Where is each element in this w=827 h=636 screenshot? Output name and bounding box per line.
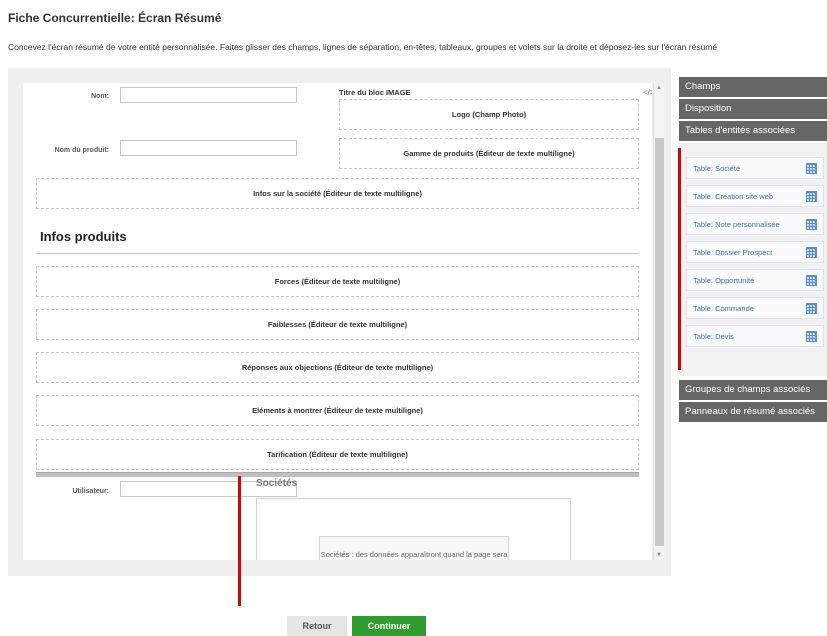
- sidebar-disposition[interactable]: Disposition: [679, 99, 827, 119]
- table-item[interactable]: Table: Devis: [686, 325, 824, 347]
- scroll-up-arrow-icon[interactable]: ▲: [656, 85, 662, 91]
- table-grid-icon: [806, 247, 817, 258]
- related-tables-panel: Table: Société Table: Creation site web …: [679, 143, 827, 376]
- annotation-red-line-left: [238, 476, 241, 606]
- subpanel-placeholder-message: Sociétés : des données apparaîtront quan…: [319, 536, 509, 560]
- faiblesses-field-box[interactable]: Faiblesses (Éditeur de texte multiligne): [36, 309, 639, 340]
- scroll-down-arrow-icon[interactable]: ▼: [656, 552, 662, 558]
- societes-subpanel-title[interactable]: Sociétés: [256, 478, 297, 489]
- elements-field-box[interactable]: Eléments à montrer (Éditeur de texte mul…: [36, 395, 639, 426]
- table-item-label: Table: Société: [693, 164, 741, 173]
- table-item[interactable]: Table: Commande: [686, 297, 824, 319]
- separator-bar[interactable]: [36, 472, 639, 477]
- page-title: Fiche Concurrentielle: Écran Résumé: [8, 11, 222, 25]
- section-divider: [36, 253, 639, 254]
- table-item-label: Table: Opportunité: [693, 276, 755, 285]
- produit-field[interactable]: [120, 140, 297, 156]
- table-item-label: Table: Creation site web: [693, 192, 774, 201]
- utilisateur-label: Utilisateur:: [72, 488, 109, 495]
- table-grid-icon: [806, 331, 817, 342]
- sidebar-champs[interactable]: Champs: [679, 77, 827, 97]
- table-grid-icon: [806, 219, 817, 230]
- summary-canvas[interactable]: Nom: Titre du bloc IMAGE </> Logo (Champ…: [23, 83, 652, 560]
- nom-label: Nom:: [91, 93, 109, 100]
- table-grid-icon: [806, 275, 817, 286]
- infos-societe-field-box[interactable]: Infos sur la société (Éditeur de texte m…: [36, 178, 639, 209]
- table-item-label: Table: Dossier Prospect: [693, 248, 773, 257]
- table-grid-icon: [806, 191, 817, 202]
- table-item[interactable]: Table: Dossier Prospect: [686, 241, 824, 263]
- table-item[interactable]: Table: Creation site web: [686, 185, 824, 207]
- page-description: Concevez l'écran résumé de votre entité …: [8, 42, 718, 52]
- nom-field[interactable]: [120, 87, 297, 103]
- tarification-field-box[interactable]: Tarification (Éditeur de texte multilign…: [36, 439, 639, 470]
- logo-field-box[interactable]: Logo (Champ Photo): [339, 99, 639, 130]
- table-item-label: Table: Note personnalisée: [693, 220, 780, 229]
- back-button[interactable]: Retour: [287, 616, 347, 636]
- annotation-red-line-right: [678, 148, 681, 370]
- image-block-title: Titre du bloc IMAGE: [339, 88, 411, 97]
- canvas-scrollbar[interactable]: ▲ ▼: [653, 83, 664, 560]
- section-heading[interactable]: Infos produits: [40, 229, 127, 244]
- table-item[interactable]: Table: Note personnalisée: [686, 213, 824, 235]
- sidebar-tables-associees[interactable]: Tables d'entités associées: [679, 121, 827, 141]
- table-item[interactable]: Table: Société: [686, 157, 824, 179]
- table-grid-icon: [806, 163, 817, 174]
- scrollbar-thumb[interactable]: [655, 138, 664, 546]
- forces-field-box[interactable]: Forces (Éditeur de texte multiligne): [36, 266, 639, 297]
- code-icon[interactable]: </>: [643, 88, 652, 97]
- reponses-field-box[interactable]: Réponses aux objections (Éditeur de text…: [36, 352, 639, 383]
- gamme-field-box[interactable]: Gamme de produits (Éditeur de texte mult…: [339, 138, 639, 169]
- sidebar-groupes[interactable]: Groupes de champs associés: [679, 380, 827, 400]
- table-item-label: Table: Devis: [693, 332, 734, 341]
- continue-button[interactable]: Continuer: [352, 616, 426, 636]
- sidebar-panneaux[interactable]: Panneaux de résumé associés: [679, 402, 827, 422]
- table-item-label: Table: Commande: [693, 304, 754, 313]
- table-grid-icon: [806, 303, 817, 314]
- table-item[interactable]: Table: Opportunité: [686, 269, 824, 291]
- produit-label: Nom du produit:: [54, 147, 109, 154]
